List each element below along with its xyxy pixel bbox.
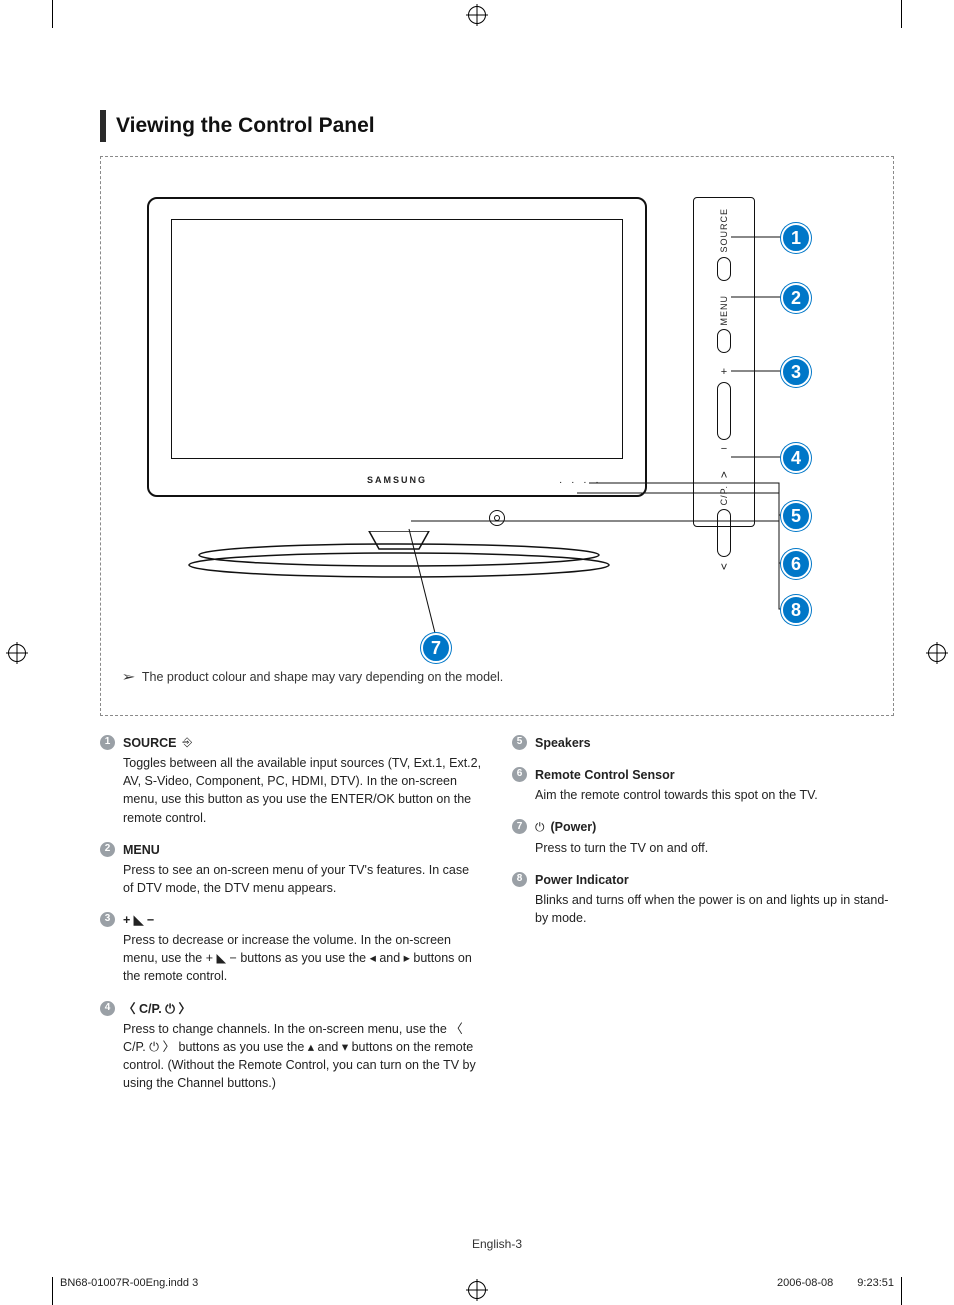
item-title: Power Indicator	[535, 873, 629, 887]
callout-badge-2: 2	[781, 283, 811, 313]
item-power-indicator: 8 Power Indicator Blinks and turns off w…	[512, 871, 894, 927]
footer-time: 9:23:51	[857, 1277, 894, 1289]
left-column: 1 SOURCE ⎆ Toggles between all the avail…	[100, 734, 482, 1106]
callout-badge-7: 7	[421, 633, 451, 663]
registration-mark-icon	[928, 644, 946, 662]
callout-badge-3: 3	[781, 357, 811, 387]
description-columns: 1 SOURCE ⎆ Toggles between all the avail…	[100, 734, 894, 1106]
callout-badge-1: 1	[781, 223, 811, 253]
tv-illustration: SAMSUNG · · · · SOURCE MENU	[119, 175, 875, 655]
section-header: Viewing the Control Panel	[100, 110, 894, 142]
right-column: 5 Speakers 6 Remote Control Sensor Aim t…	[512, 734, 894, 1106]
item-desc: Press to change channels. In the on-scre…	[123, 1020, 482, 1093]
footer-date: 2006-08-08	[777, 1277, 833, 1289]
callout-badge-5: 5	[781, 501, 811, 531]
item-title: Speakers	[535, 736, 591, 750]
item-desc: Press to see an on-screen menu of your T…	[123, 861, 482, 897]
bullet-1: 1	[100, 735, 115, 750]
page-title: Viewing the Control Panel	[116, 110, 375, 142]
registration-mark-icon	[468, 6, 486, 24]
callout-badge-8: 8	[781, 595, 811, 625]
item-title: (Power)	[551, 818, 597, 836]
figure-container: SAMSUNG · · · · SOURCE MENU	[100, 156, 894, 716]
note-arrow-icon: ➢	[121, 669, 135, 685]
source-input-icon: ⎆	[182, 734, 192, 751]
item-channel: 4 〈 C/P. ⏻ 〉 Press to change channels. I…	[100, 1000, 482, 1093]
item-source: 1 SOURCE ⎆ Toggles between all the avail…	[100, 734, 482, 827]
print-footer: BN68-01007R-00Eng.indd 3 2006-08-08 9:23…	[60, 1277, 894, 1289]
bullet-2: 2	[100, 842, 115, 857]
crop-mark	[52, 0, 53, 28]
bullet-4: 4	[100, 1001, 115, 1016]
crop-mark	[901, 1277, 902, 1305]
bullet-8: 8	[512, 872, 527, 887]
crop-mark	[901, 0, 902, 28]
item-volume: 3 + ◣ − Press to decrease or increase th…	[100, 911, 482, 986]
callout-badge-4: 4	[781, 443, 811, 473]
bullet-5: 5	[512, 735, 527, 750]
page-number: English-3	[472, 1237, 522, 1251]
volume-symbol-title: + ◣ −	[123, 913, 154, 927]
figure-note-text: The product colour and shape may vary de…	[142, 670, 503, 684]
item-menu: 2 MENU Press to see an on-screen menu of…	[100, 841, 482, 897]
item-title: SOURCE	[123, 734, 176, 752]
crop-mark	[52, 1277, 53, 1305]
callout-badge-6: 6	[781, 549, 811, 579]
item-desc: Toggles between all the available input …	[123, 754, 482, 827]
item-desc: Blinks and turns off when the power is o…	[535, 891, 894, 927]
figure-note: ➢ The product colour and shape may vary …	[119, 669, 875, 685]
bullet-7: 7	[512, 819, 527, 834]
item-title: Remote Control Sensor	[535, 768, 675, 782]
item-power: 7 ⏻ (Power) Press to turn the TV on and …	[512, 818, 894, 856]
footer-file: BN68-01007R-00Eng.indd 3	[60, 1277, 198, 1289]
registration-mark-icon	[8, 644, 26, 662]
title-accent-bar	[100, 110, 106, 142]
leader-lines	[119, 175, 875, 655]
bullet-3: 3	[100, 912, 115, 927]
item-remote-sensor: 6 Remote Control Sensor Aim the remote c…	[512, 766, 894, 804]
item-desc: Aim the remote control towards this spot…	[535, 786, 894, 804]
power-icon: ⏻	[535, 819, 545, 836]
item-speakers: 5 Speakers	[512, 734, 894, 752]
item-title: MENU	[123, 843, 160, 857]
channel-symbol-title: 〈 C/P. ⏻ 〉	[123, 1002, 191, 1016]
item-desc: Press to decrease or increase the volume…	[123, 931, 482, 985]
item-desc: Press to turn the TV on and off.	[535, 839, 894, 857]
bullet-6: 6	[512, 767, 527, 782]
